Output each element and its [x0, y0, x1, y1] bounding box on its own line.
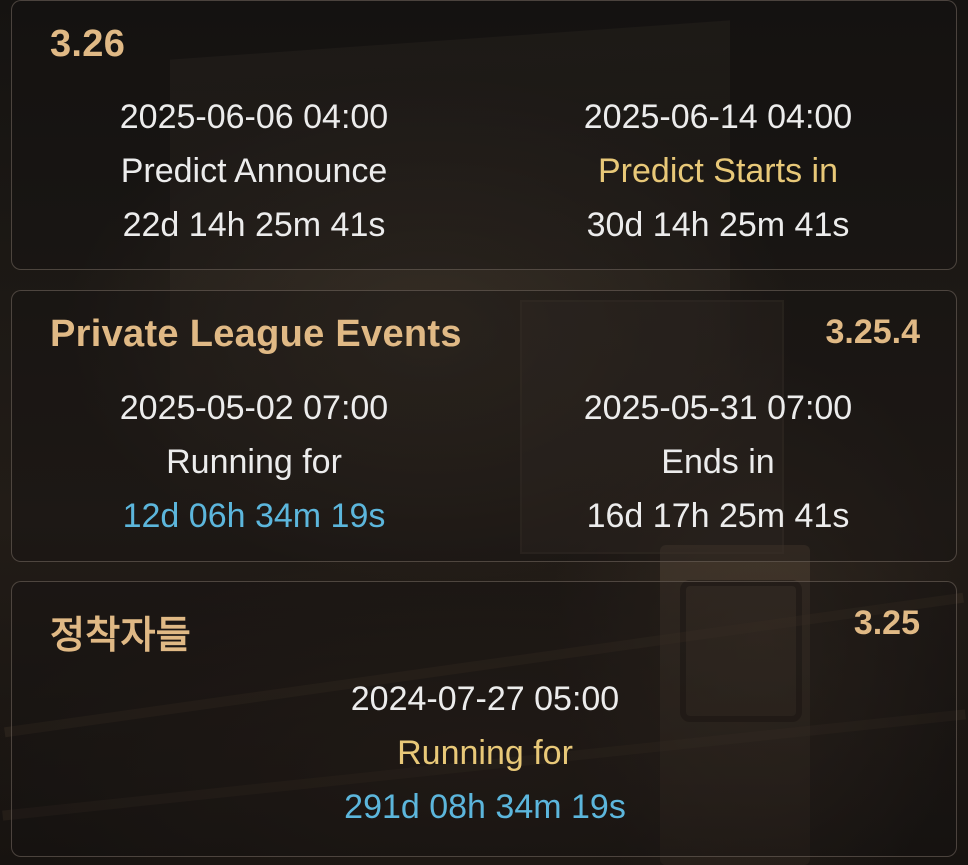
running-label: Running for [397, 734, 573, 772]
event-card-private-league: Private League Events 3.25.4 2025-05-02 … [11, 290, 957, 562]
event-version: 3.25 [853, 604, 920, 642]
end-timer: 30d 14h 25m 41s [586, 206, 850, 244]
start-label: Predict Announce [120, 152, 388, 190]
start-date: 2025-06-06 04:00 [119, 98, 389, 136]
event-end-column: 2025-06-14 04:00 Predict Starts in 30d 1… [478, 90, 958, 252]
start-timer: 22d 14h 25m 41s [122, 206, 386, 244]
running-timer: 12d 06h 34m 19s [122, 497, 386, 535]
event-end-column: 2025-05-31 07:00 Ends in 16d 17h 25m 41s [478, 381, 958, 543]
event-card-326: 3.26 2025-06-06 04:00 Predict Announce 2… [11, 0, 957, 270]
event-title: 3.26 [50, 23, 126, 65]
event-center-column: 2024-07-27 05:00 Running for 291d 08h 34… [245, 672, 725, 834]
event-card-settlers: 정착자들 3.25 2024-07-27 05:00 Running for 2… [11, 581, 957, 857]
event-title: 정착자들 [50, 615, 192, 657]
end-date: 2025-06-14 04:00 [583, 98, 853, 136]
running-timer: 291d 08h 34m 19s [344, 788, 626, 826]
end-label: Predict Starts in [598, 152, 838, 190]
end-date: 2025-05-31 07:00 [583, 389, 853, 427]
event-version: 3.25.4 [825, 313, 920, 351]
event-title: Private League Events [50, 313, 462, 355]
start-date: 2025-05-02 07:00 [119, 389, 389, 427]
end-timer: 16d 17h 25m 41s [586, 497, 850, 535]
start-label: Running for [166, 443, 342, 481]
event-start-column: 2025-05-02 07:00 Running for 12d 06h 34m… [14, 381, 494, 543]
start-date: 2024-07-27 05:00 [350, 680, 620, 718]
end-label: Ends in [661, 443, 775, 481]
event-start-column: 2025-06-06 04:00 Predict Announce 22d 14… [14, 90, 494, 252]
